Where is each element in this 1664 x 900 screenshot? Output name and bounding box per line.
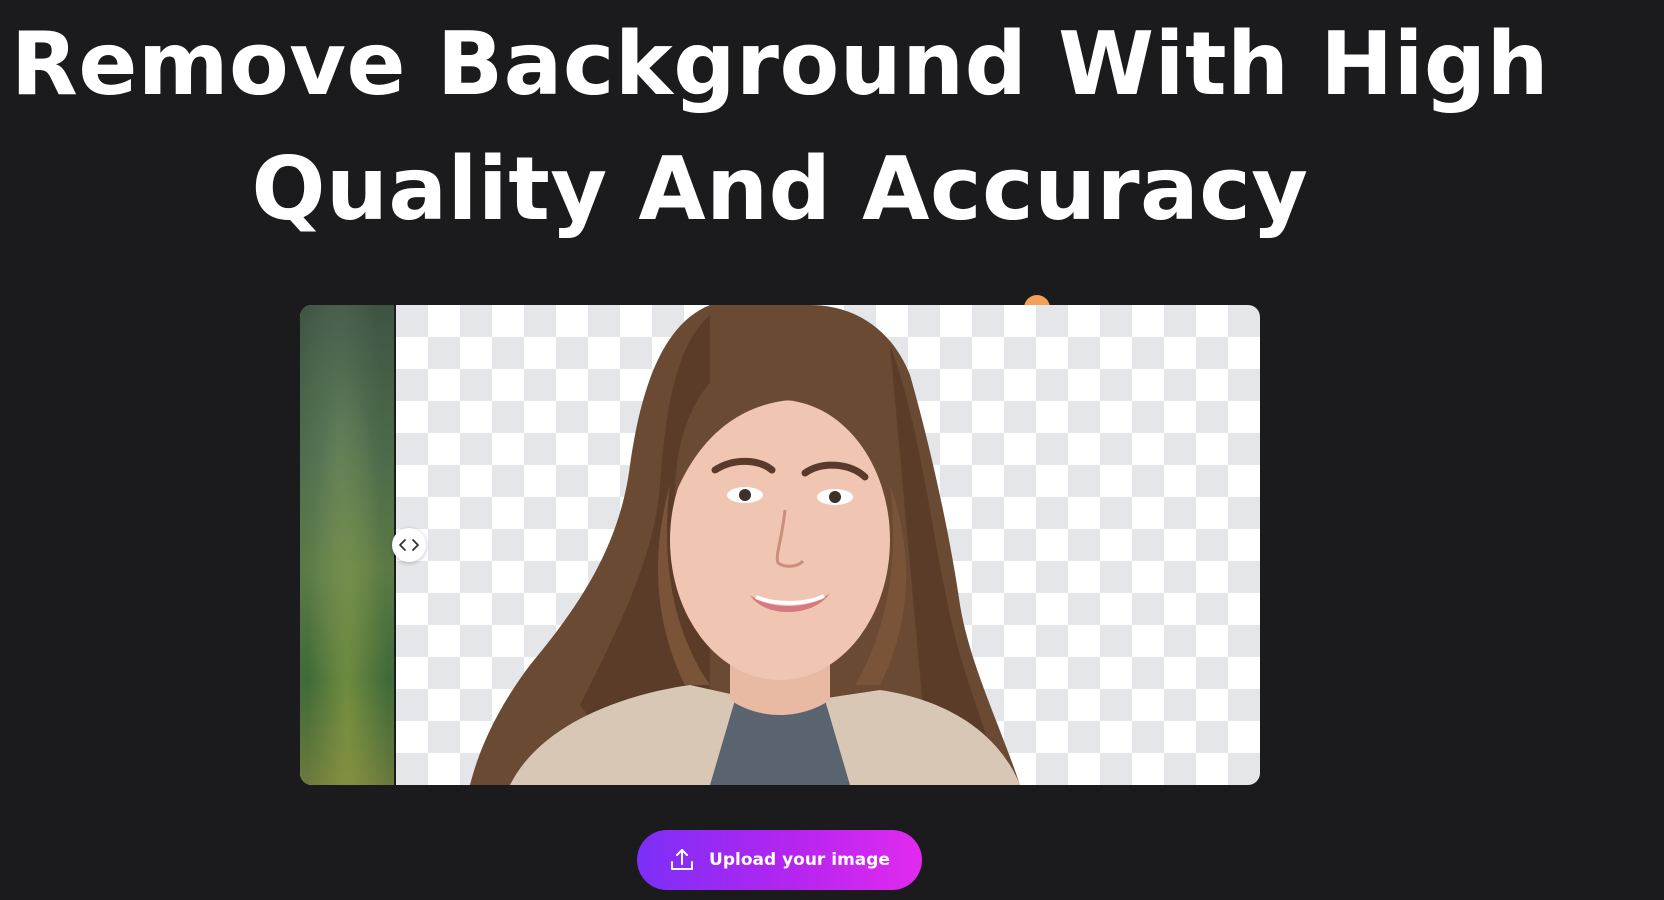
portrait-cutout-image xyxy=(470,305,1020,785)
before-after-comparison[interactable] xyxy=(300,305,1260,785)
original-image-side xyxy=(300,305,395,785)
upload-icon xyxy=(669,847,695,873)
page: Remove Background With High Quality And … xyxy=(0,0,1664,900)
hero-title-line-2: Quality And Accuracy xyxy=(251,138,1309,240)
comparison-slider-handle[interactable] xyxy=(392,528,426,562)
hero-title: Remove Background With High Quality And … xyxy=(0,2,1560,252)
upload-button-label: Upload your image xyxy=(709,850,890,870)
upload-image-button[interactable]: Upload your image xyxy=(637,830,922,890)
hero-title-line-1: Remove Background With High xyxy=(10,13,1550,115)
chevron-left-right-icon xyxy=(399,539,419,551)
